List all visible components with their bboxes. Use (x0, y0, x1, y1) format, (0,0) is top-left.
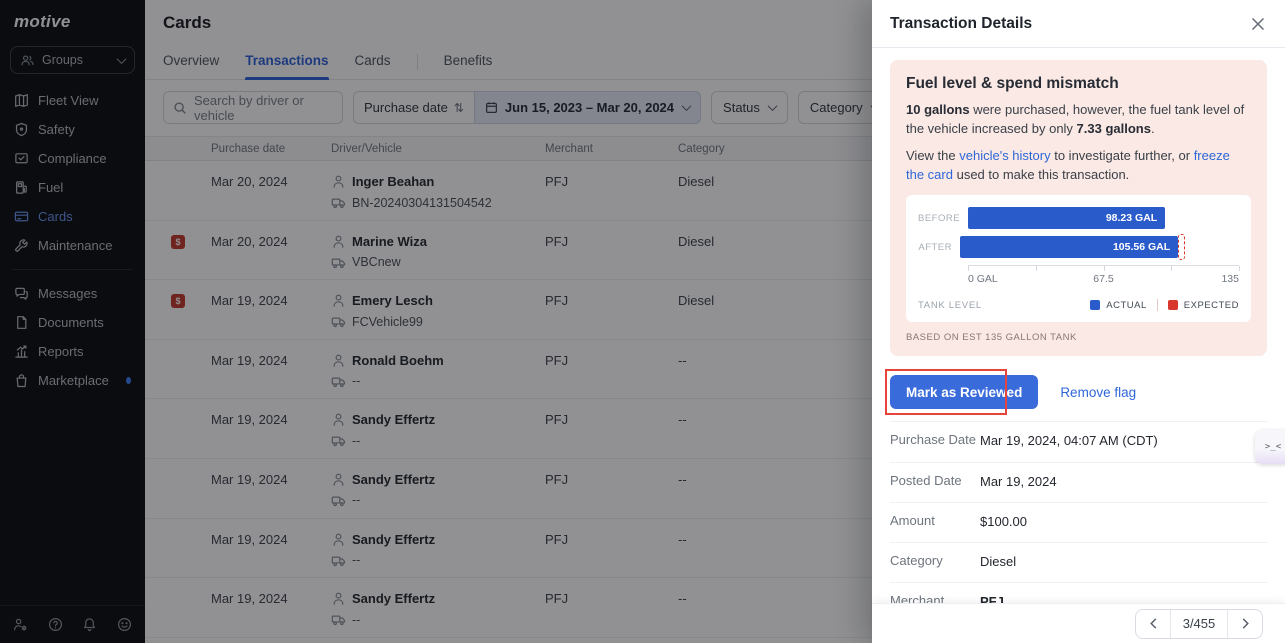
page-indicator: 3/455 (1170, 610, 1228, 638)
detail-row-amount: Amount$100.00 (890, 502, 1267, 542)
dialog-actions: Mark as Reviewed Remove flag (890, 368, 1267, 416)
legend-label: ACTUAL (1106, 300, 1146, 311)
bar-category-label: AFTER (918, 242, 960, 253)
legend-items: ACTUAL EXPECTED (1090, 299, 1239, 311)
assistant-cursor-badge[interactable]: >_< (1255, 430, 1285, 464)
app-window: motive Groups Fleet ViewSafetyCompliance… (0, 0, 1285, 643)
detail-value: Mar 19, 2024, 04:07 AM (CDT) (980, 433, 1158, 448)
detail-label: Purchase Date (890, 432, 980, 450)
chart-legend: TANK LEVEL ACTUAL EXPECTED (918, 299, 1239, 311)
remove-flag-link[interactable]: Remove flag (1060, 385, 1136, 400)
bar-value-label: 98.23 GAL (1106, 212, 1165, 224)
alert-paragraph-2: View the vehicle's history to investigat… (906, 147, 1251, 185)
detail-value: $100.00 (980, 514, 1027, 529)
legend-label: EXPECTED (1184, 300, 1239, 311)
axis-tick-label: 67.5 (1093, 273, 1113, 285)
chart-bars: BEFORE 98.23 GAL AFTER 105.56 GAL (918, 207, 1239, 258)
close-icon[interactable] (1251, 17, 1265, 31)
axis-tick-label: 135 (1221, 273, 1239, 285)
legend-item-actual: ACTUAL (1090, 300, 1146, 311)
detail-value: Diesel (980, 554, 1016, 569)
actual-bar: 105.56 GAL (960, 236, 1178, 258)
gallons-increased: 7.33 gallons (1077, 121, 1151, 136)
actual-bar: 98.23 GAL (968, 207, 1165, 229)
alert-paragraph-1: 10 gallons were purchased, however, the … (906, 101, 1251, 139)
axis-tick (1171, 266, 1172, 271)
chart-x-labels: 0 GAL 67.5 135 (968, 273, 1239, 287)
detail-label: Posted Date (890, 473, 980, 491)
vehicle-history-link[interactable]: vehicle's history (959, 148, 1050, 163)
expected-bar-segment (1178, 234, 1185, 260)
bar-category-label: BEFORE (918, 213, 968, 224)
chart-bar-row-before: BEFORE 98.23 GAL (918, 207, 1239, 229)
axis-tick-label: 0 GAL (968, 273, 998, 285)
pagination: 3/455 (1135, 609, 1263, 639)
fuel-mismatch-alert: Fuel level & spend mismatch 10 gallons w… (890, 60, 1267, 356)
axis-tick (1036, 266, 1037, 271)
next-page-button[interactable] (1228, 610, 1262, 638)
mark-as-reviewed-button[interactable]: Mark as Reviewed (890, 375, 1038, 409)
detail-row-purchase-date: Purchase DateMar 19, 2024, 04:07 AM (CDT… (890, 421, 1267, 461)
alert-title: Fuel level & spend mismatch (906, 75, 1251, 93)
legend-swatch (1168, 300, 1178, 310)
detail-row-category: CategoryDiesel (890, 542, 1267, 582)
chart-x-axis (968, 265, 1239, 271)
axis-tick (968, 266, 969, 271)
gallons-purchased: 10 gallons (906, 102, 970, 117)
transaction-details-dialog: Transaction Details Fuel level & spend m… (872, 0, 1285, 643)
legend-item-expected: EXPECTED (1168, 300, 1239, 311)
detail-row-posted-date: Posted DateMar 19, 2024 (890, 462, 1267, 502)
previous-page-button[interactable] (1136, 610, 1170, 638)
dialog-body: Fuel level & spend mismatch 10 gallons w… (872, 48, 1285, 603)
legend-separator (1157, 299, 1158, 311)
chart-title: TANK LEVEL (918, 300, 982, 311)
tank-level-chart: BEFORE 98.23 GAL AFTER 105.56 GAL 0 GAL 67.5… (906, 195, 1251, 322)
detail-label: Category (890, 553, 980, 571)
dialog-header: Transaction Details (872, 0, 1285, 48)
axis-tick (1104, 266, 1105, 271)
chart-caption: BASED ON EST 135 GALLON TANK (906, 332, 1251, 343)
bar-value-label: 105.56 GAL (1113, 241, 1178, 253)
dialog-title: Transaction Details (890, 15, 1032, 33)
detail-label: Amount (890, 513, 980, 531)
dialog-footer: 3/455 (872, 603, 1285, 643)
chart-bar-row-after: AFTER 105.56 GAL (918, 236, 1239, 258)
axis-tick (1239, 266, 1240, 271)
legend-swatch (1090, 300, 1100, 310)
modal-dim-overlay[interactable] (0, 0, 872, 643)
detail-value: Mar 19, 2024 (980, 474, 1057, 489)
